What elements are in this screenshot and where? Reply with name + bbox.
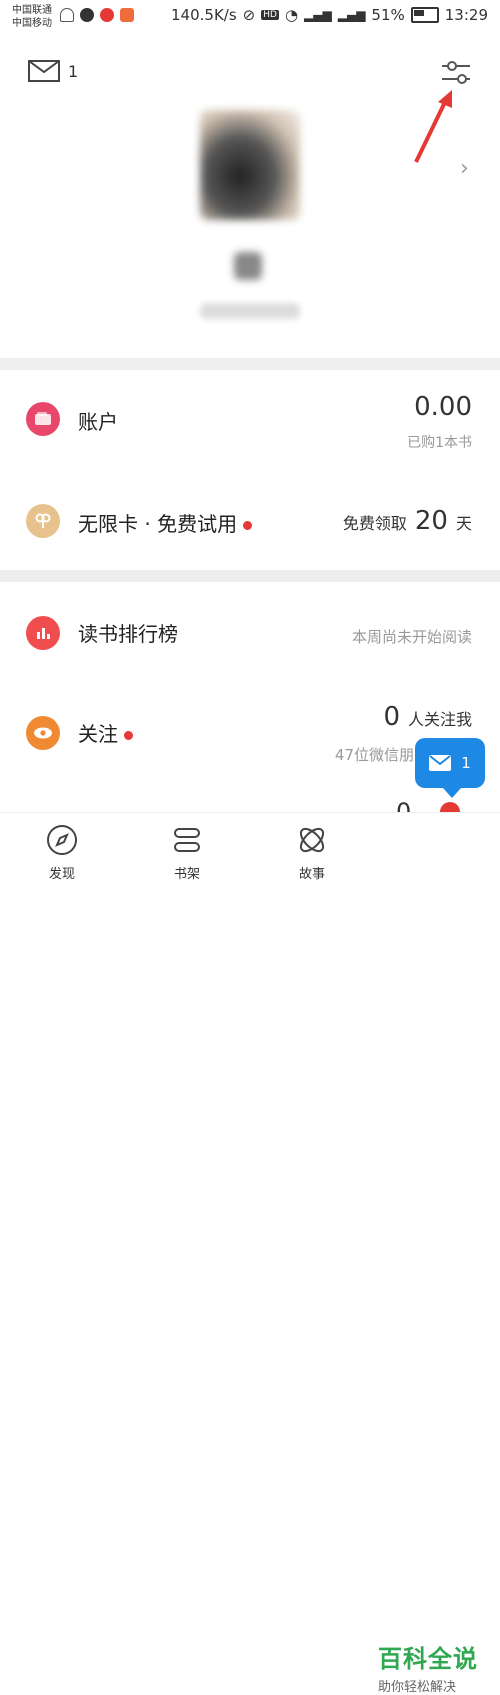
hd-icon: HD	[261, 10, 279, 20]
battery-icon	[410, 7, 439, 23]
account-balance: 0.00	[414, 392, 472, 422]
orbit-icon	[299, 827, 325, 853]
tab-stories-label: 故事	[298, 867, 325, 882]
section-divider	[0, 358, 500, 370]
wifi-hotspot-icon	[60, 8, 74, 22]
wifi-icon: ◔	[284, 6, 299, 24]
unlimited-card-offer: 免费领取 20 天	[343, 506, 472, 536]
profile-chevron-icon[interactable]: ›	[460, 156, 469, 181]
watermark-subtitle: 助你轻松解决	[378, 1680, 457, 1695]
envelope-icon	[429, 755, 452, 771]
unlimited-card-title: 无限卡 · 免费试用	[78, 508, 253, 537]
account-purchased: 已购1本书	[407, 435, 472, 451]
user-name-blurred	[234, 252, 262, 280]
red-annotation-arrow	[414, 90, 452, 163]
account-row[interactable]: 账户 0.00 已购1本书	[0, 380, 500, 480]
settings-sliders-icon[interactable]	[440, 58, 472, 88]
network-speed: 140.5K/s	[171, 6, 237, 24]
bottom-tab-bar: 发现 书架 故事 百科全说 助你轻松解决	[0, 812, 500, 1695]
notification-icons	[60, 8, 134, 22]
app-icon-red	[100, 8, 114, 22]
offer-suffix: 天	[455, 514, 472, 533]
carrier-labels: 中国联通 中国移动	[12, 4, 52, 30]
red-dot-badge	[243, 521, 253, 530]
bookshelf-icon	[174, 828, 200, 852]
reading-ranking-row[interactable]: 读书排行榜 本周尚未开始阅读	[0, 598, 500, 668]
tab-bookshelf[interactable]: 书架	[147, 823, 227, 882]
carrier-1: 中国联通	[12, 5, 52, 16]
partial-red-badge	[440, 802, 460, 812]
offer-days: 20	[414, 506, 448, 536]
follow-title: 关注	[78, 718, 133, 747]
mute-icon: ⊘	[242, 6, 256, 24]
mail-icon	[28, 60, 60, 82]
tab-discover[interactable]: 发现	[22, 823, 102, 882]
app-icon-orange	[120, 8, 134, 22]
reading-ranking-status: 本周尚未开始阅读	[351, 628, 472, 646]
account-title: 账户	[78, 410, 118, 434]
mail-button[interactable]: 1	[28, 60, 78, 82]
wallet-icon	[26, 402, 60, 436]
chat-icon	[80, 8, 94, 22]
followers-number: 0	[383, 702, 400, 732]
section-divider	[0, 570, 500, 582]
status-right: 140.5K/s ⊘ HD ◔ ▂▄▆ ▂▄▆ 51% 13:29	[171, 6, 488, 24]
avatar[interactable]	[200, 110, 300, 220]
watermark: 百科全说 助你轻松解决	[378, 1639, 496, 1695]
eye-icon	[26, 716, 60, 750]
red-dot-badge	[124, 731, 133, 740]
user-subtitle-blurred	[200, 303, 300, 319]
floating-message-button[interactable]: 1	[415, 738, 485, 798]
tab-discover-label: 发现	[48, 867, 75, 882]
unlimited-card-icon	[26, 504, 60, 538]
watermark-title: 百科全说	[378, 1645, 478, 1673]
follow-label: 关注	[78, 722, 118, 746]
carrier-2: 中国移动	[12, 18, 52, 29]
reading-ranking-title: 读书排行榜	[78, 622, 178, 646]
status-bar: 中国联通 中国移动 140.5K/s ⊘ HD ◔ ▂▄▆ ▂▄▆ 51% 13…	[0, 0, 500, 34]
clock: 13:29	[444, 6, 488, 24]
tab-stories[interactable]: 故事	[272, 823, 352, 882]
tab-bookshelf-label: 书架	[173, 867, 200, 882]
offer-prefix: 免费领取	[342, 514, 407, 533]
battery-percent: 51%	[371, 6, 405, 24]
signal-icon: ▂▄▆	[304, 8, 332, 22]
partial-row-value: 0	[396, 798, 412, 812]
compass-icon	[47, 825, 77, 855]
unlimited-card-row[interactable]: 无限卡 · 免费试用 免费领取 20 天	[0, 490, 500, 560]
followers-count: 0 人关注我	[383, 702, 472, 732]
unlimited-card-label: 无限卡 · 免费试用	[78, 512, 238, 536]
floating-message-count: 1	[461, 754, 471, 772]
mail-count: 1	[68, 61, 79, 81]
bar-chart-icon	[26, 616, 60, 650]
followers-label: 人关注我	[407, 710, 472, 729]
signal-icon-2: ▂▄▆	[337, 8, 366, 22]
